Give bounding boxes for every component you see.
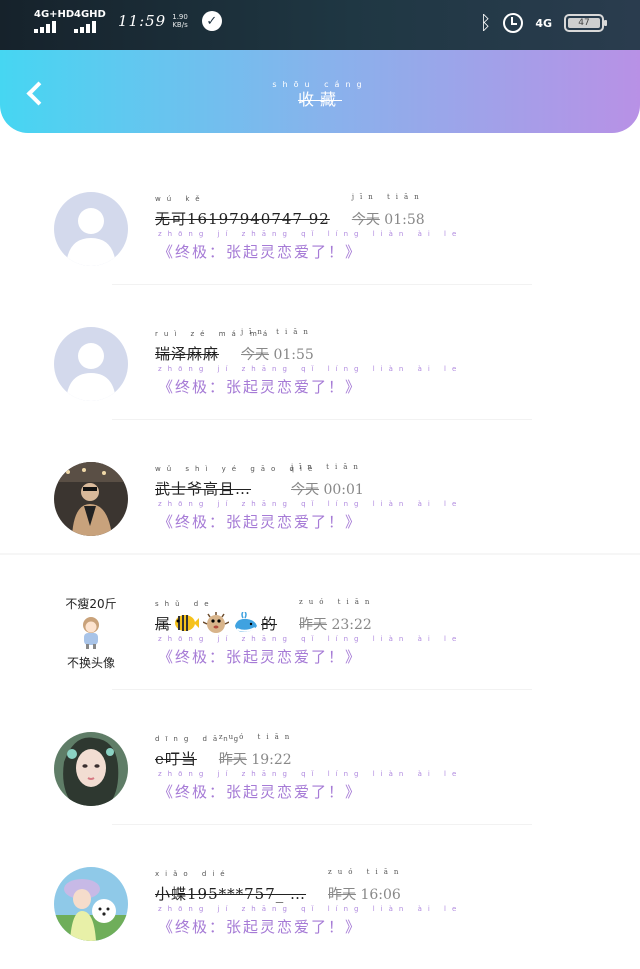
list-item[interactable]: ruì zé má má 瑞泽麻麻 jīn tiān 今天 01:55 zhōn… — [0, 285, 640, 420]
user-name: 无可16197940747 92 — [155, 210, 330, 228]
list-item[interactable]: 不瘦20斤 不换头像 shǔ de 属 的 zuó tiān 昨天 23:22 … — [0, 555, 640, 690]
message-text: 《终极：张起灵恋爱了！》 — [158, 918, 363, 936]
message-pinyin: zhōng jí zhāng qǐ líng liàn ài le — [158, 905, 463, 913]
user-name-suffix: 的 — [261, 615, 278, 633]
avatar-caption-top: 不瘦20斤 — [65, 597, 117, 611]
message-text: 《终极：张起灵恋爱了！》 — [158, 648, 363, 666]
item-message: zhōng jí zhāng qǐ líng liàn ài le 《终极：张起… — [158, 770, 456, 802]
signal-indicator-2: 4GHD — [74, 9, 108, 33]
message-text: 《终极：张起灵恋爱了！》 — [158, 378, 363, 396]
avatar-photo — [54, 867, 128, 941]
network-type: 4G — [535, 16, 552, 30]
whale-emoji-icon — [235, 612, 258, 632]
network-speed: 1.90 KB/s — [172, 13, 188, 29]
list-item[interactable]: wú kě 无可16197940747 92 jīn tiān 今天 01:58… — [0, 150, 640, 285]
time-pinyin: jīn tiān — [291, 463, 364, 471]
timestamp: jīn tiān 今天 01:55 — [241, 328, 314, 364]
timestamp-day: 今天 — [351, 212, 380, 228]
timestamp: zuó tiān 昨天 16:06 — [328, 868, 401, 904]
signal-bars-icon — [34, 21, 68, 33]
blowfish-emoji-icon — [203, 612, 230, 633]
message-text: 《终极：张起灵恋爱了！》 — [158, 243, 363, 261]
signal-indicator-1: 4G+HD — [34, 9, 75, 33]
user-name: 武士爷高且… — [155, 480, 252, 498]
name-pinyin: xiǎo dié — [155, 870, 231, 878]
speed-value: 1.90 — [172, 13, 188, 21]
network-label-2: 4GHD — [74, 9, 106, 20]
timestamp-time: 23:22 — [331, 617, 372, 633]
avatar-text-image: 不瘦20斤 不换头像 — [54, 597, 128, 677]
item-message: zhōng jí zhāng qǐ líng liàn ài le 《终极：张起… — [158, 365, 456, 397]
fish-emoji-icon — [175, 615, 200, 631]
name-pinyin: shǔ de — [155, 600, 215, 608]
message-text: 《终极：张起灵恋爱了！》 — [158, 783, 363, 801]
timestamp-time: 00:01 — [323, 482, 364, 498]
message-pinyin: zhōng jí zhāng qǐ líng liàn ài le — [158, 500, 463, 508]
avatar-photo — [54, 462, 128, 536]
girl-sticker-icon — [83, 617, 99, 649]
message-pinyin: zhōng jí zhāng qǐ líng liàn ài le — [158, 770, 463, 778]
favorites-list: wú kě 无可16197940747 92 jīn tiān 今天 01:58… — [0, 150, 640, 960]
avatar-placeholder — [54, 192, 128, 266]
network-label-1: 4G+HD — [34, 9, 75, 20]
timestamp-time: 01:58 — [384, 212, 425, 228]
check-circle-icon: ✓ — [201, 11, 222, 31]
time-pinyin: jīn tiān — [241, 328, 314, 336]
item-message: zhōng jí zhāng qǐ líng liàn ài le 《终极：张起… — [158, 500, 456, 532]
page-title-text: 收藏 — [297, 90, 342, 109]
item-message: zhōng jí zhāng qǐ líng liàn ài le 《终极：张起… — [158, 905, 456, 937]
timestamp-day: 昨天 — [328, 887, 357, 903]
timestamp-day: 昨天 — [218, 752, 247, 768]
item-message: zhōng jí zhāng qǐ líng liàn ài le 《终极：张起… — [158, 635, 456, 667]
bluetooth-icon: ᛒ — [479, 12, 492, 34]
list-item[interactable]: xiǎo dié 小蝶195***757_ … zuó tiān 昨天 16:0… — [0, 825, 640, 960]
message-pinyin: zhōng jí zhāng qǐ líng liàn ài le — [158, 635, 463, 643]
item-message: zhōng jí zhāng qǐ líng liàn ài le 《终极：张起… — [158, 230, 456, 262]
time-pinyin: zuó tiān — [218, 733, 296, 741]
user-name: 属 — [155, 615, 172, 633]
message-text: 《终极：张起灵恋爱了！》 — [158, 513, 363, 531]
page-header: shōu cáng 收藏 — [0, 50, 640, 133]
message-pinyin: zhōng jí zhāng qǐ líng liàn ài le — [158, 230, 463, 238]
speed-unit: KB/s — [172, 21, 188, 29]
time-pinyin: zuó tiān — [328, 868, 405, 876]
avatar-placeholder — [54, 327, 128, 401]
page-title-pinyin: shōu cáng — [272, 80, 368, 89]
user-name: e叮当 — [155, 750, 197, 768]
battery-icon: 47 — [564, 14, 607, 32]
avatar-caption-bottom: 不换头像 — [66, 656, 115, 670]
time-pinyin: zuó tiān — [299, 598, 376, 606]
battery-level: 47 — [578, 18, 590, 28]
signal-bars-icon — [74, 21, 108, 33]
alarm-icon — [503, 13, 524, 33]
timestamp: jīn tiān 今天 01:58 — [351, 193, 425, 229]
list-item[interactable]: wǔ shì yé gāo qiè 武士爷高且… jīn tiān 今天 00:… — [0, 420, 640, 555]
timestamp-time: 16:06 — [360, 887, 401, 903]
item-header: ruì zé má má 瑞泽麻麻 jīn tiān 今天 01:55 — [155, 328, 314, 364]
time-pinyin: jīn tiān — [351, 193, 425, 201]
list-item[interactable]: dīng dāng e叮当 zuó tiān 昨天 19:22 zhōng jí… — [0, 690, 640, 825]
item-header: xiǎo dié 小蝶195***757_ … zuó tiān 昨天 16:0… — [155, 868, 401, 904]
timestamp: zuó tiān 昨天 19:22 — [218, 733, 292, 769]
message-pinyin: zhōng jí zhāng qǐ líng liàn ài le — [158, 365, 463, 373]
item-header: shǔ de 属 的 zuó tiān 昨天 23:22 — [155, 598, 372, 634]
timestamp-time: 19:22 — [251, 752, 292, 768]
status-bar: 4G+HD 4GHD 11:59 1.90 KB/s ✓ ᛒ 4G 47 — [0, 0, 640, 50]
item-header: wú kě 无可16197940747 92 jīn tiān 今天 01:58 — [155, 193, 425, 229]
clock: 11:59 — [118, 12, 167, 30]
page-title: shōu cáng 收藏 — [0, 80, 640, 110]
timestamp-day: 今天 — [241, 347, 270, 363]
name-pinyin: wú kě — [155, 195, 206, 203]
item-header: dīng dāng e叮当 zuó tiān 昨天 19:22 — [155, 733, 292, 769]
timestamp-day: 昨天 — [299, 617, 328, 633]
item-header: wǔ shì yé gāo qiè 武士爷高且… jīn tiān 今天 00:… — [155, 463, 364, 499]
timestamp-day: 今天 — [291, 482, 320, 498]
timestamp: jīn tiān 今天 00:01 — [291, 463, 364, 499]
user-name: 小蝶195***757_ … — [155, 885, 307, 903]
timestamp-time: 01:55 — [273, 347, 314, 363]
avatar-photo — [54, 732, 128, 806]
timestamp: zuó tiān 昨天 23:22 — [299, 598, 372, 634]
user-name: 瑞泽麻麻 — [155, 345, 220, 363]
